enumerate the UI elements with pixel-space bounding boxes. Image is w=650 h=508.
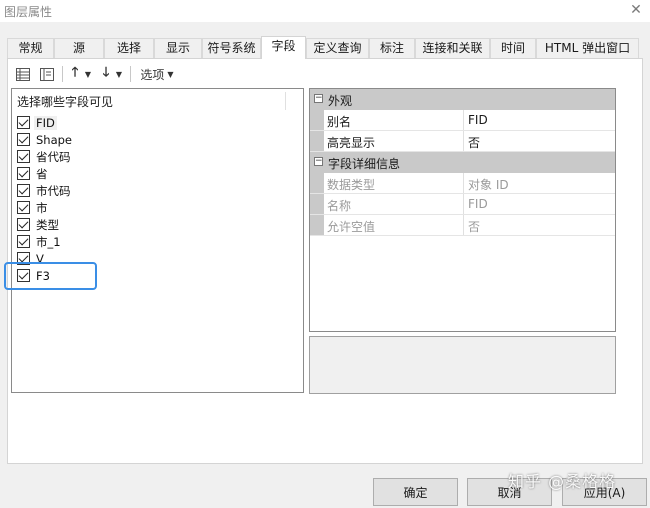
field-label: 类型 — [36, 217, 59, 232]
collapse-icon[interactable]: − — [314, 94, 323, 103]
field-checkbox[interactable] — [17, 150, 30, 163]
toolbar-divider — [130, 66, 131, 82]
field-item-city-1[interactable]: 市_1 — [17, 233, 63, 250]
tab-labels[interactable]: 标注 — [369, 38, 415, 59]
row-gutter — [310, 194, 324, 214]
field-checkbox[interactable] — [17, 201, 30, 214]
field-label: Shape — [36, 132, 73, 147]
field-visibility-list: 选择哪些字段可见 FID Shape 省代码 省 市代码 市 类型 市_1 V … — [11, 88, 304, 393]
tab-definition-query[interactable]: 定义查询 — [306, 38, 369, 59]
collapse-icon[interactable]: − — [314, 157, 323, 166]
tab-joins-relates[interactable]: 连接和关联 — [415, 38, 490, 59]
watermark: 知乎 @桑格格 — [508, 472, 617, 491]
property-row-alias[interactable]: 别名 FID — [310, 110, 615, 131]
field-checkbox[interactable] — [17, 218, 30, 231]
options-menu-button[interactable]: 选项 ▼ — [135, 63, 179, 85]
title-bar: 图层属性 ✕ — [0, 0, 650, 22]
field-checkbox[interactable] — [17, 133, 30, 146]
column-divider — [463, 131, 464, 151]
chevron-down-icon[interactable]: ▼ — [114, 63, 124, 85]
property-row-highlight[interactable]: 高亮显示 否 — [310, 131, 615, 152]
window-title: 图层属性 — [4, 5, 53, 19]
field-item-type[interactable]: 类型 — [17, 216, 61, 233]
list-view-icon[interactable] — [38, 63, 56, 85]
property-name: 高亮显示 — [327, 136, 376, 150]
options-label: 选项 — [140, 67, 165, 82]
field-list-header: 选择哪些字段可见 — [17, 95, 114, 109]
toolbar-divider — [62, 66, 63, 82]
field-checkbox[interactable] — [17, 235, 30, 248]
field-property-grid: − 外观 别名 FID 高亮显示 否 − 字段详细信息 数据类型 对象 ID 名… — [309, 88, 616, 332]
dialog-body: 常规 源 选择 显示 符号系统 字段 定义查询 标注 连接和关联 时间 HTML… — [0, 22, 650, 508]
field-checkbox[interactable] — [17, 167, 30, 180]
chevron-down-icon: ▼ — [167, 69, 174, 79]
tab-display[interactable]: 显示 — [154, 38, 202, 59]
field-item-province[interactable]: 省 — [17, 165, 50, 182]
ok-button[interactable]: 确定 — [373, 478, 458, 506]
field-checkbox[interactable] — [17, 116, 30, 129]
property-name: 数据类型 — [327, 178, 376, 192]
tab-fields[interactable]: 字段 — [261, 36, 306, 59]
tab-symbology[interactable]: 符号系统 — [202, 38, 261, 59]
row-gutter — [310, 131, 324, 151]
category-label: 外观 — [328, 94, 353, 108]
property-name: 别名 — [327, 115, 352, 129]
tab-general[interactable]: 常规 — [7, 38, 54, 59]
column-divider — [463, 194, 464, 214]
header-divider — [285, 92, 286, 110]
tab-html-popup[interactable]: HTML 弹出窗口 — [536, 38, 639, 59]
tab-strip: 常规 源 选择 显示 符号系统 字段 定义查询 标注 连接和关联 时间 HTML… — [7, 36, 643, 59]
property-description-box — [309, 336, 616, 394]
row-gutter — [310, 173, 324, 193]
property-name: 允许空值 — [327, 220, 376, 234]
field-item-shape[interactable]: Shape — [17, 131, 74, 148]
close-icon[interactable]: ✕ — [628, 2, 644, 18]
field-label: 省代码 — [36, 149, 71, 164]
row-gutter — [310, 215, 324, 235]
column-divider — [463, 215, 464, 235]
field-item-province-code[interactable]: 省代码 — [17, 148, 73, 165]
tab-selection[interactable]: 选择 — [104, 38, 154, 59]
tab-source[interactable]: 源 — [54, 38, 104, 59]
property-row-allow-null[interactable]: 允许空值 否 — [310, 215, 615, 236]
arrow-down-icon[interactable]: 🡓 — [98, 63, 114, 85]
property-value: 否 — [468, 220, 481, 234]
category-appearance[interactable]: − 外观 — [310, 89, 615, 110]
tab-time[interactable]: 时间 — [490, 38, 536, 59]
arrow-up-icon[interactable]: 🡑 — [67, 63, 83, 85]
field-item-city-code[interactable]: 市代码 — [17, 182, 73, 199]
property-value: 对象 ID — [468, 178, 509, 192]
table-view-icon[interactable] — [14, 63, 32, 85]
field-label: 市 — [36, 200, 48, 215]
field-checkbox[interactable] — [17, 184, 30, 197]
category-label: 字段详细信息 — [328, 157, 401, 171]
property-value: FID — [468, 197, 488, 211]
column-divider — [463, 110, 464, 130]
field-label: FID — [34, 115, 57, 130]
property-name: 名称 — [327, 199, 352, 213]
field-label: 市_1 — [36, 234, 61, 249]
property-value[interactable]: 否 — [468, 134, 480, 151]
category-field-details[interactable]: − 字段详细信息 — [310, 152, 615, 173]
fields-tab-panel: 🡑 ▼ 🡓 ▼ 选项 ▼ 选择哪些字段可见 FID Shape 省代码 省 市代… — [7, 58, 643, 464]
chevron-down-icon[interactable]: ▼ — [83, 63, 93, 85]
field-label: 省 — [36, 166, 48, 181]
property-row-data-type[interactable]: 数据类型 对象 ID — [310, 173, 615, 194]
column-divider — [463, 173, 464, 193]
property-value[interactable]: FID — [468, 113, 488, 127]
field-item-city[interactable]: 市 — [17, 199, 50, 216]
row-gutter — [310, 110, 324, 130]
field-item-fid[interactable]: FID — [17, 114, 57, 131]
field-label: 市代码 — [36, 183, 71, 198]
property-row-name[interactable]: 名称 FID — [310, 194, 615, 215]
annotation-highlight-box — [4, 262, 97, 290]
